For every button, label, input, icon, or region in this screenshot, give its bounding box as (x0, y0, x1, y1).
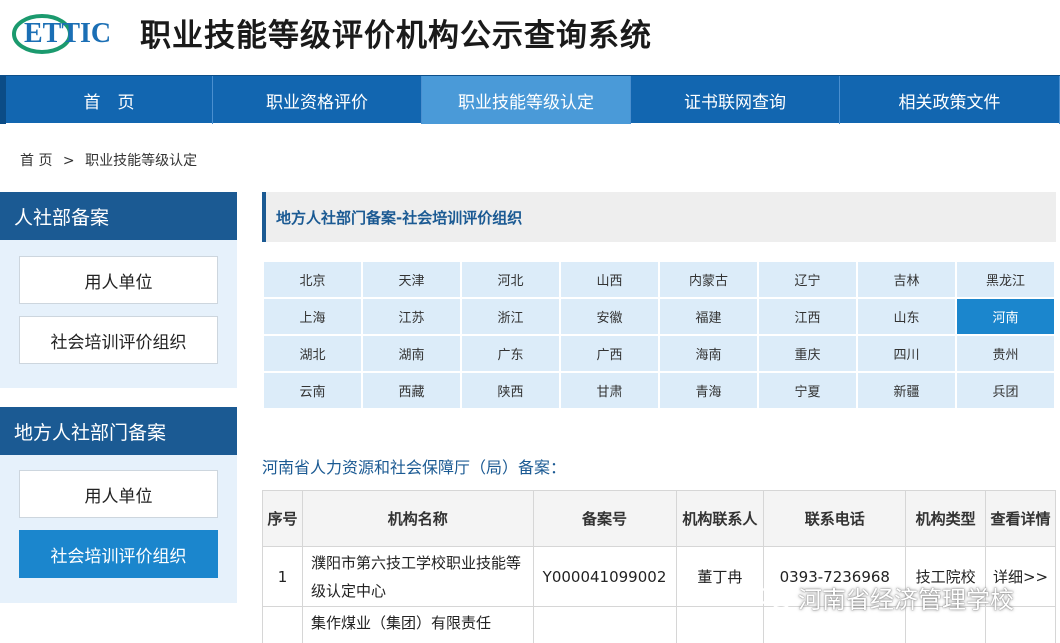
province-cell[interactable]: 兵团 (957, 373, 1054, 408)
province-cell[interactable]: 重庆 (759, 336, 856, 371)
col-header-type: 机构类型 (905, 490, 987, 547)
nav-policy-documents[interactable]: 相关政策文件 (840, 76, 1060, 124)
province-cell[interactable]: 福建 (660, 299, 757, 334)
site-header: ETTIC 职业技能等级评价机构公示查询系统 (0, 0, 1060, 75)
nav-skill-level-certification[interactable]: 职业技能等级认定 (422, 76, 631, 124)
sidebar-local-training-org[interactable]: 社会培训评价组织 (19, 530, 218, 578)
row-contact (675, 606, 765, 643)
province-cell[interactable]: 云南 (264, 373, 361, 408)
row-index: 1 (262, 546, 303, 607)
province-cell[interactable]: 新疆 (858, 373, 955, 408)
province-cell[interactable]: 山东 (858, 299, 955, 334)
province-cell[interactable]: 北京 (264, 262, 361, 297)
province-cell[interactable]: 青海 (660, 373, 757, 408)
province-cell[interactable]: 广西 (561, 336, 658, 371)
table-header-row: 序号 机构名称 备案号 机构联系人 联系电话 机构类型 查看详情 (262, 490, 1056, 547)
sidebar-mohrss-title: 人社部备案 (0, 192, 237, 240)
col-header-detail: 查看详情 (985, 490, 1056, 547)
wechat-icon (759, 585, 791, 609)
row-record-no (532, 606, 677, 643)
col-header-index: 序号 (262, 490, 303, 547)
province-cell[interactable]: 甘肃 (561, 373, 658, 408)
province-cell[interactable]: 海南 (660, 336, 757, 371)
col-header-contact: 机构联系人 (675, 490, 765, 547)
province-cell[interactable]: 江苏 (363, 299, 460, 334)
sidebar-local-block: 地方人社部门备案 用人单位 社会培训评价组织 (0, 407, 237, 603)
ettic-logo[interactable]: ETTIC (10, 6, 125, 56)
province-cell[interactable]: 黑龙江 (957, 262, 1054, 297)
breadcrumb: 首 页 > 职业技能等级认定 (20, 150, 197, 170)
province-cell[interactable]: 吉林 (858, 262, 955, 297)
province-cell[interactable]: 广东 (462, 336, 559, 371)
org-table: 序号 机构名称 备案号 机构联系人 联系电话 机构类型 查看详情 1 濮阳市第六… (262, 490, 1056, 643)
breadcrumb-current: 职业技能等级认定 (85, 153, 198, 169)
list-title: 河南省人力资源和社会保障厅（局）备案： (262, 458, 567, 477)
sidebar-local-employer[interactable]: 用人单位 (19, 470, 218, 518)
province-cell[interactable]: 安徽 (561, 299, 658, 334)
sidebar-local-title: 地方人社部门备案 (0, 407, 237, 455)
row-index (262, 606, 303, 643)
row-record-no: Y000041099002 (532, 546, 677, 607)
province-cell[interactable]: 湖南 (363, 336, 460, 371)
province-cell[interactable]: 辽宁 (759, 262, 856, 297)
province-cell[interactable]: 贵州 (957, 336, 1054, 371)
province-cell[interactable]: 上海 (264, 299, 361, 334)
row-org-name: 集作煤业（集团）有限责任 (301, 606, 534, 643)
province-cell[interactable]: 宁夏 (759, 373, 856, 408)
province-cell[interactable]: 西藏 (363, 373, 460, 408)
logo-text: ETTIC (24, 18, 111, 49)
province-grid: 北京 天津 河北 山西 内蒙古 辽宁 吉林 黑龙江上海 江苏 浙江 安徽 福建 江西 山东 河南湖北 湖南 广东… (264, 262, 1058, 408)
row-org-name: 濮阳市第六技工学校职业技能等级认定中心 (301, 546, 534, 607)
watermark-text: 河南省经济管理学校 (798, 586, 1014, 614)
row-contact: 董丁冉 (675, 546, 765, 607)
nav-home[interactable]: 首 页 (0, 76, 213, 124)
col-header-phone: 联系电话 (763, 490, 907, 547)
province-cell[interactable]: 山西 (561, 262, 658, 297)
nav-certificate-query[interactable]: 证书联网查询 (631, 76, 840, 124)
province-cell[interactable]: 江西 (759, 299, 856, 334)
sidebar-mohrss-block: 人社部备案 用人单位 社会培训评价组织 (0, 192, 237, 388)
col-header-name: 机构名称 (301, 490, 534, 547)
section-title: 地方人社部门备案-社会培训评价组织 (262, 192, 1056, 242)
province-cell[interactable]: 陕西 (462, 373, 559, 408)
breadcrumb-separator: > (62, 153, 75, 169)
main-nav: 首 页 职业资格评价 职业技能等级认定 证书联网查询 相关政策文件 (0, 75, 1060, 124)
province-cell[interactable]: 四川 (858, 336, 955, 371)
watermark: 河南省经济管理学校 (758, 580, 1014, 615)
province-cell[interactable]: 内蒙古 (660, 262, 757, 297)
sidebar-mohrss-training-org[interactable]: 社会培训评价组织 (19, 316, 218, 364)
sidebar-mohrss-employer[interactable]: 用人单位 (19, 256, 218, 304)
province-cell[interactable]: 浙江 (462, 299, 559, 334)
province-cell[interactable]: 河南 (957, 299, 1054, 334)
site-title: 职业技能等级评价机构公示查询系统 (140, 18, 652, 54)
province-cell[interactable]: 天津 (363, 262, 460, 297)
col-header-record-no: 备案号 (532, 490, 677, 547)
nav-qualification-evaluation[interactable]: 职业资格评价 (213, 76, 422, 124)
province-cell[interactable]: 河北 (462, 262, 559, 297)
province-cell[interactable]: 湖北 (264, 336, 361, 371)
breadcrumb-home[interactable]: 首 页 (20, 153, 52, 169)
